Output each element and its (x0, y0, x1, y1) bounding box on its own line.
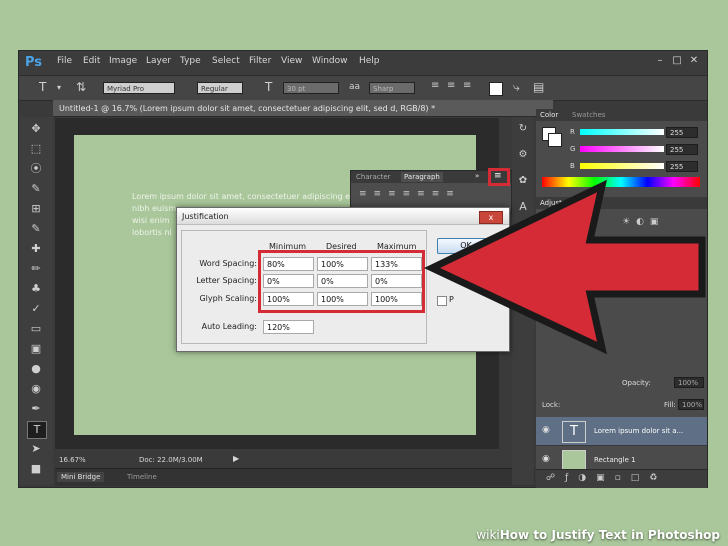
stamp-tool-icon[interactable]: ♣ (27, 281, 45, 297)
channel-r-value[interactable]: 255 (666, 127, 698, 138)
menu-view[interactable]: View (281, 56, 302, 66)
quick-select-icon[interactable]: ✎ (27, 181, 45, 197)
menu-help[interactable]: Help (359, 56, 380, 66)
marquee-tool-icon[interactable]: ⬚ (27, 141, 45, 157)
menu-filter[interactable]: Filter (249, 56, 271, 66)
toolbox: ✥ ⬚ ⦿ ✎ ⊞ ✎ ✚ ✏ ♣ ✓ ▭ ▣ ● ◉ ✒ T ➤ ■ (19, 117, 53, 485)
font-size-select[interactable]: 30 pt (283, 82, 339, 94)
eye-icon[interactable]: ◉ (542, 454, 550, 464)
maximize-icon[interactable]: □ (670, 55, 684, 67)
background-color-swatch[interactable] (548, 133, 562, 147)
type-tool-icon[interactable]: T (39, 80, 46, 94)
fill-field[interactable]: 100% (678, 399, 704, 410)
layers-footer: ☍ƒ◑▣▫□♻ (536, 469, 707, 488)
letter-spacing-label: Letter Spacing: (196, 276, 257, 285)
text-layer-thumbnail-icon: T (562, 421, 586, 443)
font-family-select[interactable]: Myriad Pro (103, 82, 175, 94)
channel-b-slider[interactable] (580, 163, 664, 169)
layer-name: Rectangle 1 (594, 456, 636, 464)
align-center-icon[interactable]: ≡ (447, 80, 455, 91)
warp-text-icon[interactable]: ⤷ (513, 80, 520, 95)
menu-edit[interactable]: Edit (83, 56, 100, 66)
watermark: wikiHow to Justify Text in Photoshop (476, 528, 720, 542)
menu-select[interactable]: Select (212, 56, 240, 66)
tab-color[interactable]: Color (540, 111, 558, 119)
channel-b-label: B (570, 162, 575, 170)
play-icon[interactable]: ▶ (233, 454, 239, 463)
document-tab[interactable]: Untitled-1 @ 16.7% (Lorem ipsum dolor si… (53, 100, 553, 117)
font-style-select[interactable]: Regular (197, 82, 243, 94)
type-tool-icon[interactable]: T (27, 421, 47, 439)
orientation-icon[interactable]: ⇅ (76, 80, 86, 94)
layer-row[interactable]: ◉ T Lorem ipsum dolor sit a... (536, 417, 707, 446)
eraser-tool-icon[interactable]: ▭ (27, 321, 45, 337)
auto-leading-label: Auto Leading: (201, 322, 257, 331)
layer-action-icons[interactable]: ☍ƒ◑▣▫□♻ (546, 473, 667, 483)
healing-brush-icon[interactable]: ✚ (27, 241, 45, 257)
menu-bar: Ps File Edit Image Layer Type Select Fil… (19, 51, 707, 75)
eye-icon[interactable]: ◉ (542, 425, 550, 435)
channel-b-value[interactable]: 255 (666, 161, 698, 172)
close-icon[interactable]: ✕ (687, 55, 701, 67)
pointer-arrow (423, 179, 706, 355)
ps-logo: Ps (25, 55, 43, 70)
align-right-icon[interactable]: ≡ (463, 80, 471, 91)
channel-g-label: G (570, 145, 576, 153)
history-panel-icon[interactable]: ↻ (515, 121, 531, 137)
tab-character[interactable]: Character (356, 173, 391, 181)
glyph-scaling-label: Glyph Scaling: (199, 294, 257, 303)
status-bar: 16.67% Doc: 22.0M/3.00M ▶ (55, 453, 239, 467)
properties-panel-icon[interactable]: ⚙ (515, 147, 531, 163)
zoom-level[interactable]: 16.67% (59, 456, 86, 464)
menu-type[interactable]: Type (180, 56, 201, 66)
tab-mini-bridge[interactable]: Mini Bridge (57, 472, 105, 482)
antialias-icon: aa (349, 82, 361, 92)
brush-tool-icon[interactable]: ✏ (27, 261, 45, 277)
menu-layer[interactable]: Layer (146, 56, 171, 66)
eyedropper-icon[interactable]: ✎ (27, 221, 45, 237)
watermark-bar: wikiHow to Justify Text in Photoshop (0, 526, 728, 546)
word-spacing-label: Word Spacing: (199, 259, 257, 268)
shape-tool-icon[interactable]: ■ (27, 461, 45, 477)
path-select-icon[interactable]: ➤ (27, 441, 45, 457)
lock-label: Lock: (542, 401, 561, 409)
antialias-select[interactable]: Sharp (369, 82, 415, 94)
font-size-icon: T (265, 80, 273, 94)
doc-size: Doc: 22.0M/3.00M (139, 456, 203, 464)
channel-g-slider[interactable] (580, 146, 664, 152)
text-color-swatch[interactable] (489, 82, 503, 96)
color-panel-tabs: Color Swatches (536, 109, 707, 121)
canvas-text-line: Lorem ipsum dolor sit amet, consectetuer… (132, 192, 361, 201)
crop-tool-icon[interactable]: ⊞ (27, 201, 45, 217)
tab-timeline[interactable]: Timeline (127, 473, 157, 481)
channel-g-value[interactable]: 255 (666, 144, 698, 155)
opacity-label: Opacity: (622, 379, 651, 387)
toggle-panels-icon[interactable]: ▤ (533, 80, 544, 94)
menu-file[interactable]: File (57, 56, 72, 66)
align-left-icon[interactable]: ≡ (431, 80, 439, 91)
bottom-panel-tabs: Mini Bridge Timeline (55, 468, 535, 486)
tab-swatches[interactable]: Swatches (572, 111, 605, 119)
minimize-icon[interactable]: – (653, 55, 667, 67)
options-bar: T ▾ ⇅ Myriad Pro Regular T 30 pt aa Shar… (19, 75, 707, 101)
chevron-down-icon[interactable]: ▾ (57, 83, 61, 92)
menu-image[interactable]: Image (109, 56, 137, 66)
pen-tool-icon[interactable]: ✒ (27, 401, 45, 417)
opacity-field[interactable]: 100% (674, 377, 704, 388)
channel-r-label: R (570, 128, 575, 136)
move-tool-icon[interactable]: ✥ (27, 121, 45, 137)
wiki-brand: wiki (476, 528, 500, 542)
lasso-tool-icon[interactable]: ⦿ (27, 161, 45, 177)
gradient-tool-icon[interactable]: ▣ (27, 341, 45, 357)
spacing-fields-highlight (258, 250, 425, 313)
menu-window[interactable]: Window (312, 56, 348, 66)
fill-label: Fill: (664, 401, 676, 409)
blur-tool-icon[interactable]: ● (27, 361, 45, 377)
history-brush-icon[interactable]: ✓ (27, 301, 45, 317)
layer-name: Lorem ipsum dolor sit a... (594, 427, 684, 435)
watermark-title: How to Justify Text in Photoshop (499, 528, 720, 542)
dodge-tool-icon[interactable]: ◉ (27, 381, 45, 397)
channel-r-slider[interactable] (580, 129, 664, 135)
auto-leading-field[interactable]: 120% (263, 320, 314, 334)
